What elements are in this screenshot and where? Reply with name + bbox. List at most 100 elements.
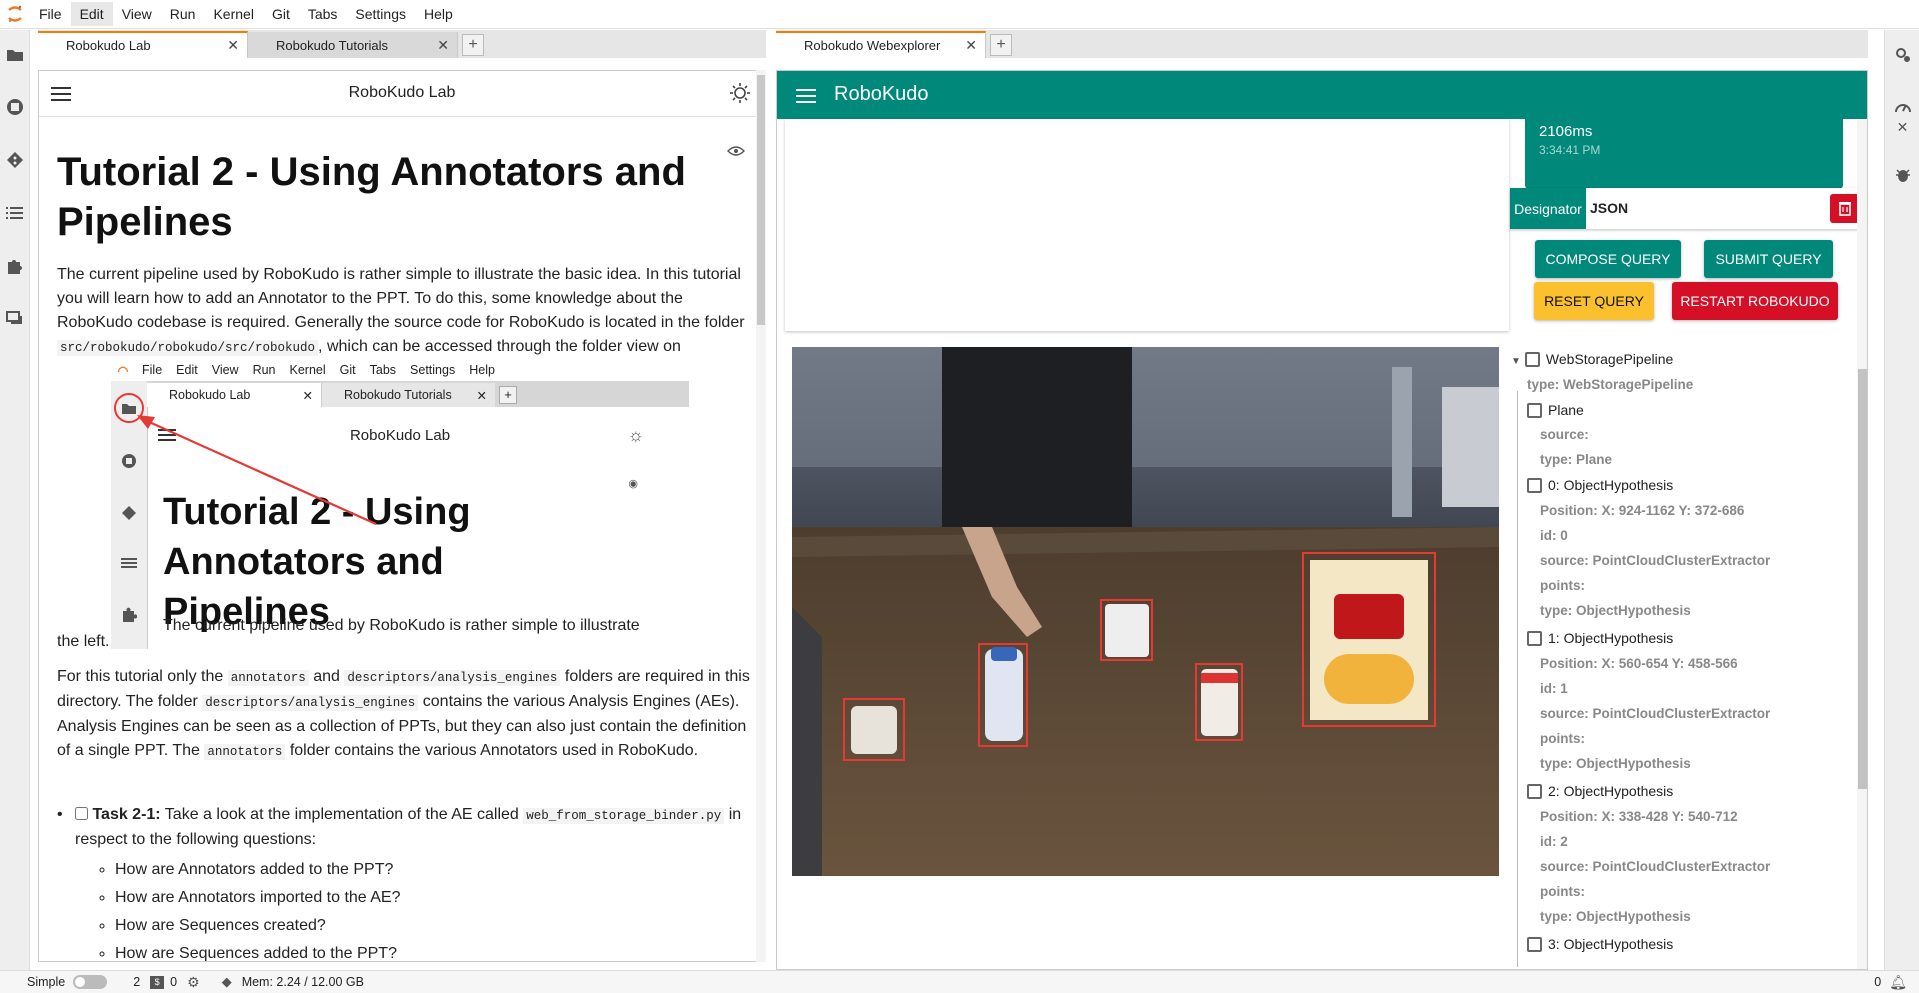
tree-node[interactable]: 1: ObjectHypothesis: [1527, 630, 1673, 646]
notebook-title: RoboKudo Lab: [348, 84, 456, 101]
tab-robokudo-lab[interactable]: Robokudo Lab ✕: [38, 31, 248, 58]
tab-robokudo-tutorials[interactable]: Robokudo Tutorials ✕: [248, 32, 458, 58]
task-checkbox[interactable]: [75, 807, 88, 820]
tree-checkbox[interactable]: [1527, 631, 1542, 646]
camera-image: [792, 347, 1499, 876]
menu-edit[interactable]: Edit: [70, 2, 113, 26]
tree-prop: id: 2: [1540, 834, 1568, 849]
terminal-icon: $: [150, 975, 165, 989]
running-kernels-icon[interactable]: [0, 87, 30, 127]
menu-tabs[interactable]: Tabs: [299, 2, 347, 26]
text: The current pipeline used by RoboKudo is…: [57, 266, 745, 331]
close-icon[interactable]: ✕: [1885, 112, 1919, 142]
message-text: 2106ms: [1539, 123, 1593, 140]
webexplorer-panel: RoboKudo 2106ms 3:34:41 PM Designator JS…: [776, 70, 1868, 970]
tree-checkbox[interactable]: [1527, 403, 1542, 418]
add-tab-button[interactable]: +: [462, 34, 484, 56]
embedded-list-icon: [121, 558, 137, 568]
tree-prop: id: 1: [1540, 681, 1568, 696]
folder-icon[interactable]: [0, 34, 30, 74]
tree-root[interactable]: ▼ WebStoragePipeline: [1511, 351, 1673, 367]
menu-help[interactable]: Help: [415, 2, 462, 26]
designator-value[interactable]: JSON: [1590, 200, 1628, 216]
menu-hamburger-icon[interactable]: [796, 89, 816, 103]
tree-node[interactable]: 0: ObjectHypothesis: [1527, 477, 1673, 493]
property-inspector-icon[interactable]: [1885, 40, 1919, 70]
simple-mode-toggle[interactable]: [73, 975, 108, 989]
tree-guide-line: [1517, 391, 1518, 967]
tree-prop: points:: [1540, 731, 1585, 746]
page-title: Tutorial 2 - Using Annotators and Pipeli…: [57, 150, 686, 244]
close-tab-icon[interactable]: ✕: [437, 37, 449, 54]
bell-icon[interactable]: 🔔︎: [1889, 974, 1907, 991]
text: and: [313, 668, 340, 685]
notebook-scrollbar[interactable]: [756, 70, 766, 962]
right-sidebar: ✕: [1884, 30, 1919, 970]
embedded-menu-item: Kernel: [289, 363, 326, 377]
chat-icon[interactable]: [0, 299, 30, 339]
restart-robokudo-button[interactable]: RESTART ROBOKUDO: [1672, 282, 1838, 320]
embedded-menubar: ◠ File Edit View Run Kernel Git Tabs Set…: [111, 359, 689, 381]
tree-node[interactable]: 3: ObjectHypothesis: [1527, 936, 1673, 952]
code-inline: annotators: [227, 670, 309, 686]
caret-down-icon[interactable]: ▼: [1511, 356, 1521, 367]
pipeline-tree: ▼ WebStoragePipeline type: WebStoragePipe…: [1511, 347, 1851, 967]
tab-robokudo-webexplorer[interactable]: Robokudo Webexplorer ✕: [776, 31, 986, 58]
tree-prop: points:: [1540, 884, 1585, 899]
theme-toggle-icon[interactable]: [729, 82, 751, 107]
extension-icon[interactable]: [0, 246, 30, 286]
tree-checkbox[interactable]: [1524, 352, 1540, 367]
tab-label: Robokudo Webexplorer: [804, 38, 941, 53]
message-time: 3:34:41 PM: [1539, 143, 1601, 157]
webexplorer-scrollbar[interactable]: [1857, 119, 1867, 969]
tree-label: Plane: [1548, 402, 1584, 418]
message-bubble: 2106ms 3:34:41 PM: [1525, 119, 1843, 189]
menu-settings[interactable]: Settings: [346, 2, 415, 26]
tree-prop: id: 0: [1540, 528, 1568, 543]
add-tab-button[interactable]: +: [990, 34, 1012, 56]
embedded-menu-item: Edit: [176, 363, 198, 377]
tree-label: WebStoragePipeline: [1545, 351, 1674, 367]
submit-query-button[interactable]: SUBMIT QUERY: [1704, 240, 1833, 278]
tree-checkbox[interactable]: [1527, 784, 1542, 799]
menu-file[interactable]: File: [30, 2, 71, 26]
embedded-text: The current pipeline used by RoboKudo is…: [163, 617, 640, 634]
git-icon[interactable]: [0, 140, 30, 180]
tree-node[interactable]: Plane: [1527, 402, 1584, 418]
tree-node[interactable]: 2: ObjectHypothesis: [1527, 783, 1673, 799]
tree-prop: type: Plane: [1540, 452, 1613, 467]
embedded-close-icon: ✕: [476, 389, 487, 403]
tree-prop: Position: X: 560-654 Y: 458-566: [1540, 656, 1738, 671]
paragraph-folders: For this tutorial only the annotators an…: [57, 665, 757, 764]
close-tab-icon[interactable]: ✕: [227, 37, 239, 54]
object-bbox: [978, 643, 1028, 747]
object-bbox: [1302, 552, 1436, 727]
menubar: File Edit View Run Kernel Git Tabs Setti…: [0, 0, 1919, 29]
tree-checkbox[interactable]: [1527, 937, 1542, 952]
menu-view[interactable]: View: [113, 2, 161, 26]
embedded-jupyter-logo-icon: ◠: [117, 363, 129, 378]
tree-checkbox[interactable]: [1527, 478, 1542, 493]
tree-prop: type: ObjectHypothesis: [1540, 603, 1691, 618]
left-sidebar: [0, 30, 30, 970]
menu-git[interactable]: Git: [263, 2, 299, 26]
terminal-count[interactable]: 0: [170, 975, 177, 989]
status-bar: Simple 2 $ 0 ⚙ ◆ Mem: 2.24 / 12.00 GB 0 …: [0, 970, 1919, 993]
menu-kernel[interactable]: Kernel: [204, 2, 262, 26]
close-tab-icon[interactable]: ✕: [965, 37, 977, 54]
embedded-extension-icon: [123, 607, 137, 622]
kernel-count[interactable]: 2: [133, 975, 140, 989]
table-of-contents-icon[interactable]: [0, 193, 30, 233]
bug-icon[interactable]: [1885, 160, 1919, 190]
tab-label: Robokudo Lab: [66, 38, 151, 53]
designator-label: Designator: [1510, 188, 1586, 229]
embedded-menu-item: Help: [469, 363, 495, 377]
menu-run[interactable]: Run: [161, 2, 205, 26]
delete-icon[interactable]: [1830, 194, 1859, 223]
embedded-menu-item: File: [142, 363, 163, 377]
notification-count[interactable]: 0: [1874, 975, 1881, 989]
text: folder contains the various Annotators u…: [289, 742, 699, 759]
reset-query-button[interactable]: RESET QUERY: [1534, 282, 1654, 320]
compose-query-button[interactable]: COMPOSE QUERY: [1535, 240, 1681, 278]
object-bbox: [1195, 663, 1243, 741]
